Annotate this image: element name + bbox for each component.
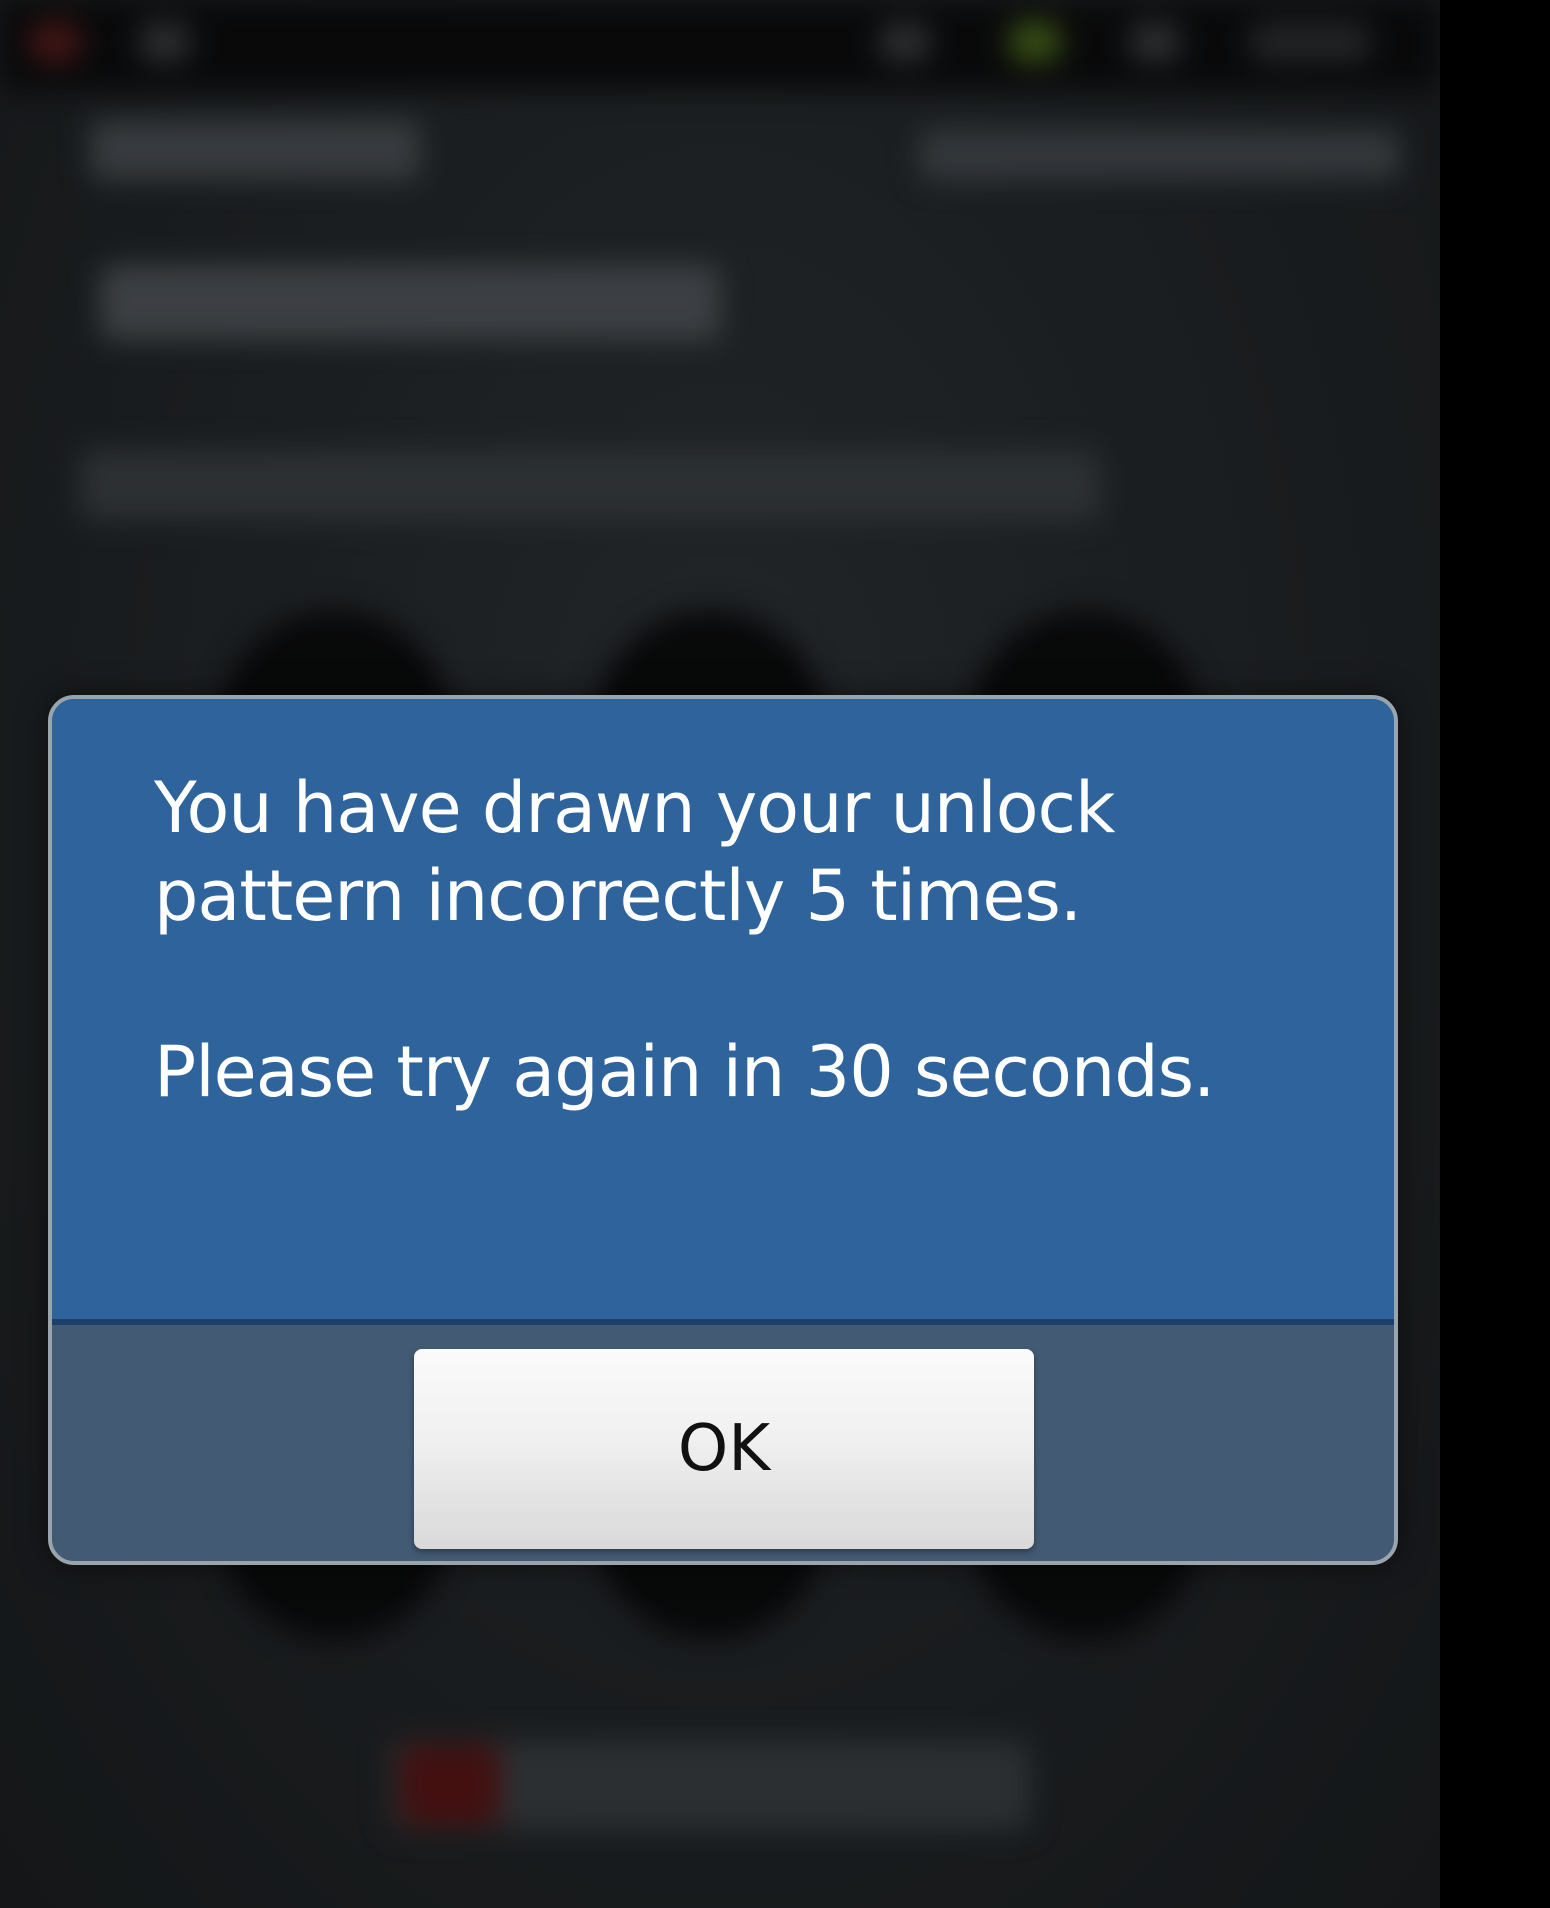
ok-button[interactable]: OK — [414, 1349, 1034, 1549]
message-retry: Please try again in 30 seconds. — [154, 1031, 1215, 1113]
dialog-message: You have drawn your unlock pattern incor… — [154, 764, 1304, 1116]
screen-edge — [1440, 0, 1550, 1908]
lock-screen: You have drawn your unlock pattern incor… — [0, 0, 1440, 1908]
alert-dialog: You have drawn your unlock pattern incor… — [48, 695, 1398, 1565]
dialog-footer: OK — [52, 1325, 1394, 1561]
dialog-body: You have drawn your unlock pattern incor… — [52, 699, 1394, 1319]
message-attempts: You have drawn your unlock pattern incor… — [154, 767, 1116, 937]
